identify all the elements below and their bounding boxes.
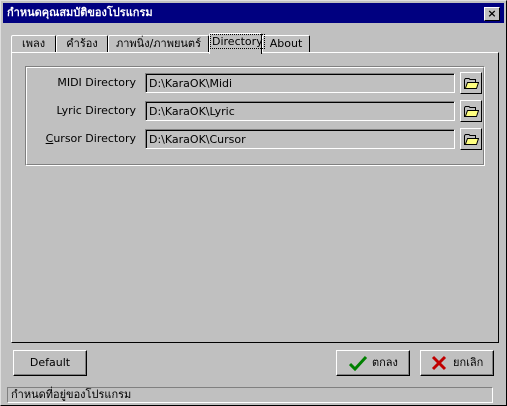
status-text: กำหนดที่อยู่ของโปรแกรม bbox=[11, 388, 132, 401]
default-button[interactable]: Default bbox=[13, 350, 87, 376]
tab-panel: MIDI Directory D:\KaraOK\Midi Lyric Dire… bbox=[11, 52, 499, 343]
close-button[interactable]: × bbox=[484, 7, 500, 21]
cursor-browse-button[interactable] bbox=[460, 128, 482, 150]
tab-lyrics[interactable]: คำร้อง bbox=[56, 35, 108, 53]
status-bar: กำหนดที่อยู่ของโปรแกรม bbox=[7, 387, 493, 403]
tab-lyrics-label: คำร้อง bbox=[66, 37, 98, 50]
cancel-button[interactable]: ยกเลิก bbox=[420, 350, 494, 376]
check-icon bbox=[349, 355, 367, 371]
cursor-label-rest: ursor Directory bbox=[53, 132, 136, 145]
tab-directory-label: Directory bbox=[210, 34, 265, 49]
folder-open-icon bbox=[464, 134, 479, 145]
directory-group: MIDI Directory D:\KaraOK\Midi Lyric Dire… bbox=[25, 66, 485, 166]
window-title: กำหนดคุณสมบัติของโปรแกรม bbox=[7, 6, 153, 19]
ok-button[interactable]: ตกลง bbox=[336, 350, 410, 376]
default-button-label: Default bbox=[29, 356, 71, 369]
cursor-directory-value: D:\KaraOK\Cursor bbox=[146, 130, 454, 148]
lyric-directory-field[interactable]: D:\KaraOK\Lyric bbox=[145, 101, 455, 121]
tab-about-label: About bbox=[269, 37, 303, 50]
midi-directory-value: D:\KaraOK\Midi bbox=[146, 74, 454, 92]
tab-images-movies-label: ภาพนิ่ง/ภาพยนตร์ bbox=[116, 37, 201, 50]
close-icon: × bbox=[487, 7, 497, 20]
lyric-directory-value: D:\KaraOK\Lyric bbox=[146, 102, 454, 120]
title-bar[interactable]: กำหนดคุณสมบัติของโปรแกรม × bbox=[3, 3, 504, 23]
tab-about[interactable]: About bbox=[262, 35, 310, 53]
lyric-directory-label: Lyric Directory bbox=[56, 104, 136, 117]
cursor-directory-label: Cursor Directory bbox=[26, 129, 136, 149]
x-icon bbox=[431, 355, 447, 371]
folder-open-icon bbox=[464, 106, 479, 117]
midi-directory-label: MIDI Directory bbox=[57, 76, 136, 89]
midi-directory-field[interactable]: D:\KaraOK\Midi bbox=[145, 73, 455, 93]
lyric-browse-button[interactable] bbox=[460, 100, 482, 122]
ok-button-label: ตกลง bbox=[372, 356, 398, 369]
folder-open-icon bbox=[464, 78, 479, 89]
tab-song[interactable]: เพลง bbox=[11, 35, 56, 53]
tab-images-movies[interactable]: ภาพนิ่ง/ภาพยนตร์ bbox=[108, 35, 209, 53]
tab-song-label: เพลง bbox=[21, 37, 46, 50]
midi-browse-button[interactable] bbox=[460, 72, 482, 94]
cursor-directory-field[interactable]: D:\KaraOK\Cursor bbox=[145, 129, 455, 149]
tab-directory[interactable]: Directory bbox=[209, 33, 265, 54]
dialog-window: กำหนดคุณสมบัติของโปรแกรม × เพลง คำร้อง ภ… bbox=[0, 0, 507, 406]
cancel-button-label: ยกเลิก bbox=[453, 356, 484, 369]
